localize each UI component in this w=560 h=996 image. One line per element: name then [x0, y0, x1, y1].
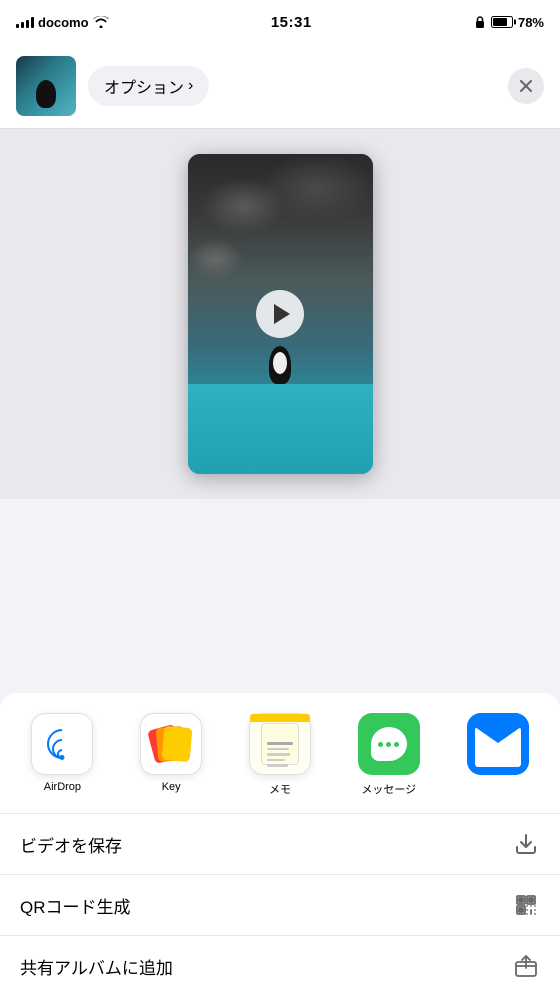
close-button[interactable] [508, 68, 544, 104]
qr-code-label: QRコード生成 [20, 893, 131, 918]
key-cards [151, 725, 191, 763]
app-item-memo[interactable]: メモ [226, 713, 335, 797]
status-right: 78% [474, 15, 544, 30]
messages-icon-container [358, 713, 420, 775]
penguin-figure [269, 346, 291, 384]
key-label: Key [117, 781, 226, 793]
wifi-icon [93, 16, 109, 28]
action-qr-code[interactable]: QRコード生成 [0, 875, 560, 936]
mail-icon-container [467, 713, 529, 775]
action-save-video[interactable]: ビデオを保存 [0, 814, 560, 875]
share-sheet: AirDrop Key [0, 693, 560, 996]
action-list: ビデオを保存 QRコード生成 [0, 814, 560, 996]
qr-code-icon [512, 891, 540, 919]
battery-label: 78% [518, 15, 544, 30]
app-item-key[interactable]: Key [117, 713, 226, 797]
messages-label: メッセージ [334, 781, 443, 797]
save-video-icon [512, 830, 540, 858]
action-shared-album[interactable]: 共有アルバムに追加 [0, 936, 560, 996]
app-item-airdrop[interactable]: AirDrop [8, 713, 117, 797]
app-row: AirDrop Key [0, 693, 560, 814]
app-item-mail-partial[interactable] [443, 713, 552, 797]
carrier-label: docomo [38, 15, 89, 30]
close-icon [520, 80, 532, 92]
shared-album-label: 共有アルバムに追加 [20, 954, 173, 979]
play-button[interactable] [256, 290, 304, 338]
memo-label: メモ [226, 781, 335, 797]
status-bar: docomo 15:31 78% [0, 0, 560, 44]
memo-icon-container [249, 713, 311, 775]
video-preview[interactable] [188, 154, 373, 474]
airdrop-label: AirDrop [8, 781, 117, 793]
airdrop-wifi-arcs [43, 725, 81, 763]
key-icon-container [140, 713, 202, 775]
share-thumbnail [16, 56, 76, 116]
play-triangle-icon [274, 304, 290, 324]
memo-inner [261, 723, 299, 765]
battery [491, 16, 513, 28]
share-top-bar: オプション › [0, 44, 560, 129]
options-chevron: › [188, 77, 193, 95]
status-time: 15:31 [271, 14, 312, 31]
status-left: docomo [16, 15, 109, 30]
messages-dots [378, 742, 399, 747]
options-button[interactable]: オプション › [88, 66, 209, 106]
save-video-label: ビデオを保存 [20, 832, 122, 857]
preview-area [0, 129, 560, 499]
messages-bubble [371, 727, 407, 761]
lock-icon [474, 15, 486, 29]
app-item-messages[interactable]: メッセージ [334, 713, 443, 797]
signal-bars [16, 16, 34, 28]
options-label: オプション [104, 74, 184, 98]
airdrop-icon-container [31, 713, 93, 775]
shared-album-icon [512, 952, 540, 980]
